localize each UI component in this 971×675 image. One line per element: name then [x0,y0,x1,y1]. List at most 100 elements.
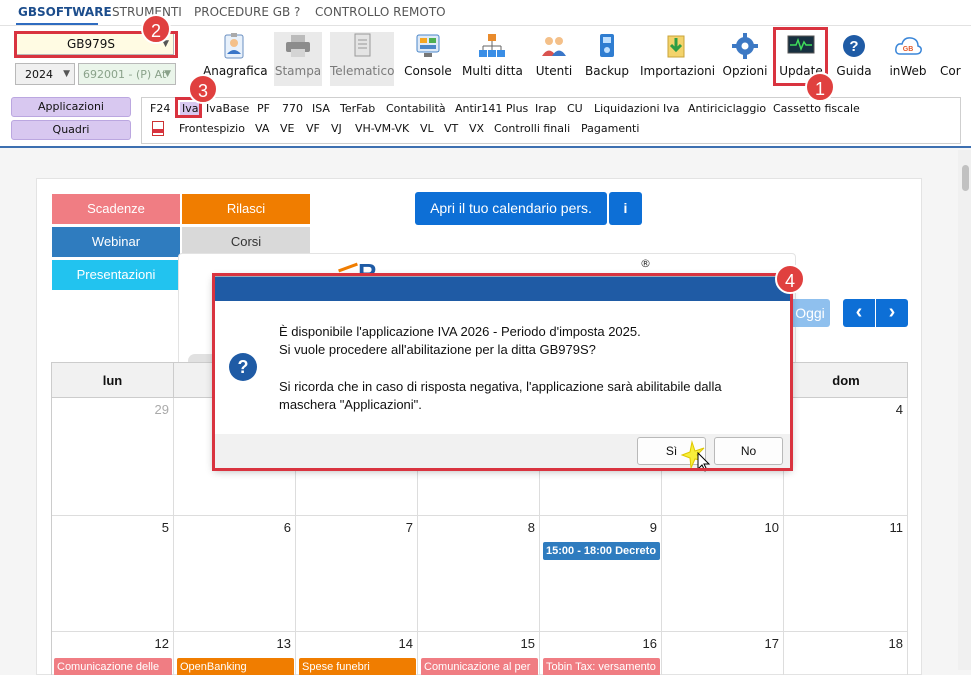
telematico-button[interactable]: Telematico [330,32,394,86]
backup-button[interactable]: Backup [585,32,629,86]
calendar-day-number: 29 [154,402,169,417]
multi-ditta-button[interactable]: Multi ditta [462,32,523,86]
event-comunicazione-al[interactable]: Comunicazione al per [421,658,538,675]
tab-770[interactable]: 770 [282,102,303,115]
calendar-day-cell[interactable]: 9 [540,516,662,632]
calendar-day-cell[interactable]: 11 [784,516,908,632]
scrollbar-thumb[interactable] [962,165,969,191]
cor-icon [941,32,971,60]
calendar-day-number: 6 [283,520,291,535]
event-tobin-tax[interactable]: Tobin Tax: versamento [543,658,660,675]
calendar-day-cell[interactable]: 17 [662,632,784,675]
cor-label: Cor [940,64,961,78]
annotation-badge-3: 3 [188,74,218,104]
tab-cassetto-fiscale[interactable]: Cassetto fiscale [773,102,860,115]
stampa-label: Stampa [274,64,322,78]
year-select[interactable]: 2024 ▼ [15,63,75,85]
calendar-day-cell[interactable]: 5 [52,516,174,632]
prev-month-button[interactable]: ‹ [843,299,875,327]
quadro-vl[interactable]: VL [420,122,434,135]
calendar-day-cell[interactable]: 6 [174,516,296,632]
console-button[interactable]: Console [403,32,453,86]
quadro-frontespizio[interactable]: Frontespizio [179,122,245,135]
tab-cu[interactable]: CU [567,102,583,115]
next-month-button[interactable]: › [876,299,908,327]
calendar-day-cell[interactable]: 18 [784,632,908,675]
quadro-vx[interactable]: VX [469,122,484,135]
svg-text:?: ? [849,38,858,55]
anagrafica-label: Anagrafica [203,64,268,78]
menu-gbsoftware[interactable]: GBSOFTWARE [18,5,112,19]
menu-procedure-gb[interactable]: PROCEDURE GB [194,5,290,19]
guida-label: Guida [836,64,872,78]
multi-ditta-label: Multi ditta [462,64,523,78]
quadro-vh-vm-vk[interactable]: VH-VM-VK [355,122,409,135]
event-spese-funebri[interactable]: Spese funebri [299,658,416,675]
open-calendar-button[interactable]: Apri il tuo calendario pers. [415,192,607,225]
tab-terfab[interactable]: TerFab [340,102,375,115]
scadenze-button[interactable]: Scadenze [52,194,180,224]
importazioni-button[interactable]: Importazioni [640,32,715,86]
quadro-controlli-finali[interactable]: Controlli finali [494,122,570,135]
annotation-badge-4: 4 [775,264,805,294]
guida-button[interactable]: ? Guida [835,32,873,86]
calendar-day-number: 17 [764,636,779,651]
quadri-button[interactable]: Quadri [11,120,131,140]
cloud-icon: GB [895,37,922,55]
tab-ivabase[interactable]: IvaBase [206,102,249,115]
calendar-day-number: 8 [527,520,535,535]
inweb-button[interactable]: GB inWeb [886,32,930,86]
calendar-day-number: 12 [154,636,169,651]
id-card-icon [224,33,244,59]
annotation-badge-2: 2 [141,14,171,44]
calendar-day-cell[interactable]: 4 [784,398,908,516]
hierarchy-icon [479,34,505,57]
pdf-icon[interactable] [152,121,164,136]
webinar-button[interactable]: Webinar [52,227,180,257]
quadro-ve[interactable]: VE [280,122,294,135]
vertical-scrollbar[interactable] [958,150,971,670]
cor-button[interactable]: Cor [940,32,971,86]
calendar-day-cell[interactable]: 29 [52,398,174,516]
info-button[interactable]: i [609,192,642,225]
event-comunicazione[interactable]: Comunicazione delle [54,658,172,675]
tab-liquidazioni-iva[interactable]: Liquidazioni Iva [594,102,680,115]
calendar-day-cell[interactable]: 10 [662,516,784,632]
presentazioni-button[interactable]: Presentazioni [52,260,180,290]
stampa-button[interactable]: Stampa [274,32,322,86]
quadro-vj[interactable]: VJ [331,122,342,135]
tab-antir141[interactable]: Antir141 Plus [455,102,528,115]
calendar-day-number: 16 [642,636,657,651]
tab-f24[interactable]: F24 [150,102,170,115]
tab-isa[interactable]: ISA [312,102,330,115]
quadro-vt[interactable]: VT [444,122,458,135]
utenti-label: Utenti [535,64,573,78]
tab-pf[interactable]: PF [257,102,270,115]
calendar-day-cell[interactable]: 7 [296,516,418,632]
users-icon [542,37,566,56]
event-decreto[interactable]: 15:00 - 18:00 Decreto [543,542,660,560]
utenti-button[interactable]: Utenti [535,32,573,86]
annotation-badge-1: 1 [805,72,835,102]
tab-antiriciclaggio[interactable]: Antiriciclaggio [688,102,766,115]
tab-contabilita[interactable]: Contabilità [386,102,446,115]
calendar-day-number: 15 [520,636,535,651]
calendar-day-cell[interactable]: 8 [418,516,540,632]
gear-icon [732,33,758,59]
rilasci-button[interactable]: Rilasci [182,194,310,224]
opzioni-button[interactable]: Opzioni [722,32,768,86]
calendar-header-sun: dom [785,363,908,398]
quadro-va[interactable]: VA [255,122,269,135]
quadro-pagamenti[interactable]: Pagamenti [581,122,639,135]
quadro-vf[interactable]: VF [306,122,320,135]
menu-help[interactable]: ? [294,5,300,19]
applicazioni-button[interactable]: Applicazioni [11,97,131,117]
activity-select[interactable]: 692001 - (P) At ▼ [78,63,176,85]
menu-controllo-remoto[interactable]: CONTROLLO REMOTO [315,5,446,19]
today-button[interactable]: Oggi [790,299,830,327]
event-openbanking[interactable]: OpenBanking [177,658,294,675]
import-icon [667,35,685,58]
activity-value: 692001 - (P) At [83,68,167,81]
svg-text:GB: GB [903,46,914,53]
tab-irap[interactable]: Irap [535,102,557,115]
